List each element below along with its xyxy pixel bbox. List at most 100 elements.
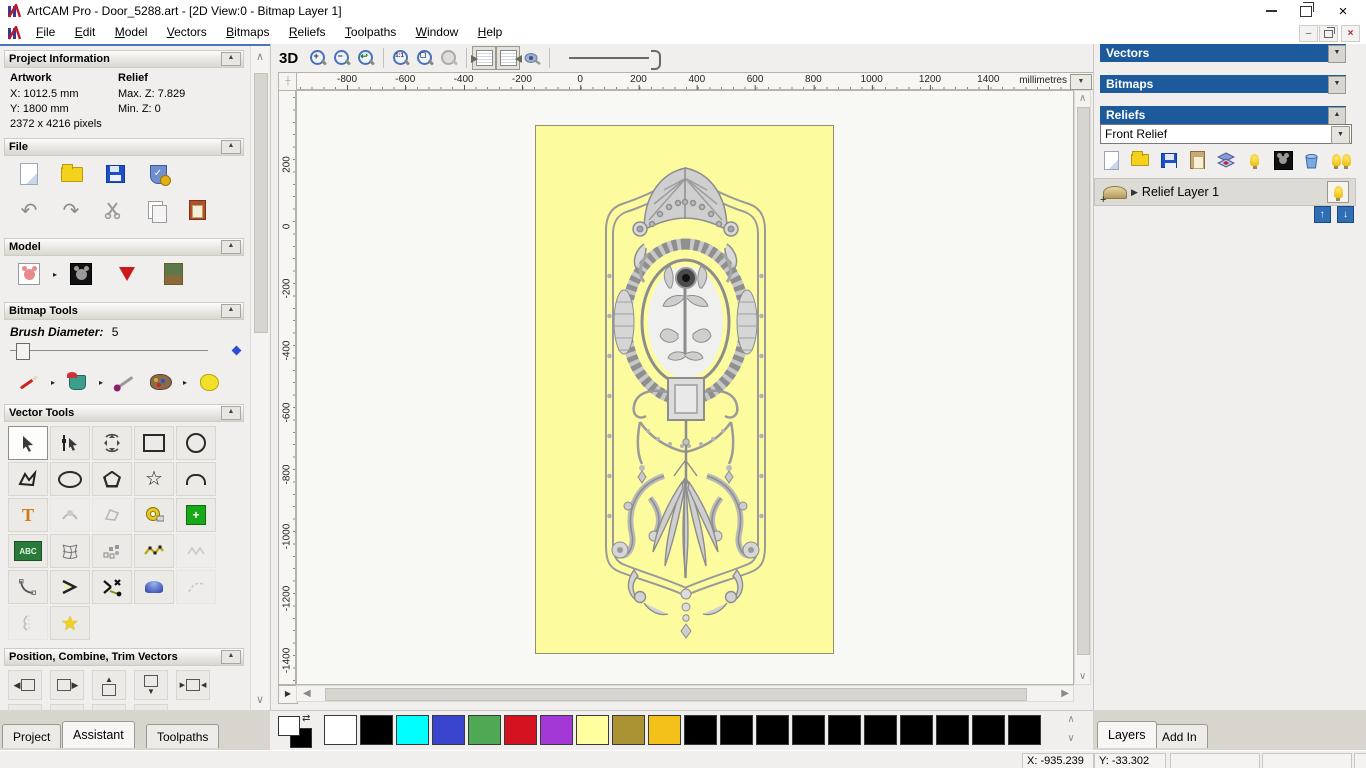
- mdi-close-button[interactable]: ×: [1341, 25, 1360, 42]
- collapse-icon[interactable]: ▲: [221, 304, 241, 318]
- flyout-arrow-icon[interactable]: ▸: [99, 378, 103, 387]
- select-vectors-tool[interactable]: [8, 426, 48, 460]
- palette-swatch[interactable]: [504, 715, 537, 745]
- scroll-up-icon[interactable]: ∧: [1079, 93, 1086, 104]
- mdi-restore-button[interactable]: [1319, 25, 1338, 42]
- greyscale-view-button[interactable]: [1273, 150, 1293, 170]
- paste-special-tool[interactable]: +: [176, 498, 216, 532]
- expand-layer-icon[interactable]: ▶: [1131, 187, 1138, 198]
- bitmaps-expand-button[interactable]: ▼: [1328, 76, 1346, 94]
- import-relief-button[interactable]: [1188, 150, 1208, 170]
- palette-swatch[interactable]: [576, 715, 609, 745]
- cut-button[interactable]: [98, 196, 128, 224]
- fillet-tool[interactable]: [8, 570, 48, 604]
- relief-layer-select[interactable]: Front Relief ▼: [1100, 124, 1352, 144]
- palette-swatch[interactable]: [684, 715, 717, 745]
- new-model-button[interactable]: [14, 160, 44, 188]
- bitmaps-panel-header[interactable]: Bitmaps: [1100, 75, 1346, 93]
- scrollbar-thumb[interactable]: [254, 73, 268, 333]
- scrollbar-thumb[interactable]: [325, 688, 1027, 701]
- flyout-arrow-icon[interactable]: ▸: [53, 270, 57, 279]
- align-left-button[interactable]: ◀: [8, 670, 42, 700]
- layer-name[interactable]: Relief Layer 1: [1142, 185, 1219, 199]
- palette-scroll-down-icon[interactable]: ∨: [1063, 733, 1079, 744]
- redo-button[interactable]: ↷: [56, 196, 86, 224]
- menu-help[interactable]: Help: [470, 22, 511, 42]
- primary-colour-swatch[interactable]: [278, 716, 300, 736]
- create-text-tool[interactable]: T: [8, 498, 48, 532]
- canvas-v-scrollbar[interactable]: ∧ ∨: [1074, 90, 1091, 685]
- assistant-scrollbar[interactable]: ∧ ∨: [250, 46, 269, 710]
- vectors-expand-button[interactable]: ▼: [1328, 45, 1346, 63]
- palette-swatch[interactable]: [396, 715, 429, 745]
- text-panel-tool[interactable]: ABC: [8, 534, 48, 568]
- flood-fill-button[interactable]: [62, 368, 92, 396]
- 3d-view-button[interactable]: 3D: [271, 50, 306, 67]
- dropdown-arrow-icon[interactable]: ▼: [1331, 126, 1350, 144]
- colour-picker-button[interactable]: [110, 368, 140, 396]
- tab-project[interactable]: Project: [2, 724, 62, 748]
- collapse-icon[interactable]: ▲: [221, 406, 241, 420]
- palette-swatch[interactable]: [324, 715, 357, 745]
- tab-layers[interactable]: Layers: [1097, 721, 1157, 748]
- palette-swatch[interactable]: [828, 715, 861, 745]
- toggle-layer-visibility-button[interactable]: [1245, 150, 1265, 170]
- section-header-model[interactable]: Model ▲: [4, 238, 244, 256]
- scroll-right-icon[interactable]: ▶: [1061, 688, 1069, 699]
- menu-reliefs[interactable]: Reliefs: [281, 22, 334, 42]
- collapse-icon[interactable]: ▲: [221, 140, 241, 154]
- section-header-project-information[interactable]: Project Information ▲: [4, 50, 244, 68]
- vectors-panel-header[interactable]: Vectors: [1100, 44, 1346, 62]
- minimize-button[interactable]: [1256, 2, 1286, 20]
- reliefs-panel-header[interactable]: Reliefs: [1100, 106, 1346, 124]
- slider-handle[interactable]: [651, 50, 662, 70]
- node-editing-tool[interactable]: [50, 426, 90, 460]
- edit-palette-button[interactable]: [146, 368, 176, 396]
- zoom-to-fit-button[interactable]: ▢: [413, 46, 437, 70]
- tab-add-in[interactable]: Add In: [1151, 724, 1208, 748]
- scroll-down-icon[interactable]: ∨: [1079, 671, 1086, 682]
- undo-button[interactable]: ↶: [14, 196, 44, 224]
- collapse-icon[interactable]: ▲: [221, 650, 241, 664]
- collapse-icon[interactable]: ▲: [221, 240, 241, 254]
- line-width-slider[interactable]: [569, 50, 664, 70]
- block-copy-tool[interactable]: [92, 534, 132, 568]
- menu-file[interactable]: File: [28, 22, 63, 42]
- wrap-vectors-tool[interactable]: ★: [50, 606, 90, 640]
- reliefs-collapse-button[interactable]: ▲: [1328, 107, 1346, 125]
- lighting-button[interactable]: [112, 260, 142, 288]
- palette-scroll-up-icon[interactable]: ∧: [1063, 714, 1079, 725]
- scroll-left-icon[interactable]: ◀: [303, 688, 311, 699]
- tab-toolpaths[interactable]: Toolpaths: [146, 724, 220, 748]
- palette-swatch[interactable]: [900, 715, 933, 745]
- palette-swatch[interactable]: [936, 715, 969, 745]
- magic-wand-button[interactable]: [194, 368, 224, 396]
- next-bitmap-layer-button[interactable]: [496, 46, 522, 70]
- ruler-origin-button[interactable]: ┼: [278, 72, 298, 92]
- palette-swatch[interactable]: [432, 715, 465, 745]
- section-header-file[interactable]: File ▲: [4, 138, 244, 156]
- zoom-previous-button[interactable]: ↩: [354, 46, 378, 70]
- menu-window[interactable]: Window: [408, 22, 467, 42]
- brush-diameter-slider[interactable]: [10, 343, 242, 360]
- fit-curve-tool[interactable]: [134, 534, 174, 568]
- close-button[interactable]: ×: [1328, 2, 1358, 20]
- zoom-in-button[interactable]: +: [306, 46, 330, 70]
- align-top-button[interactable]: ▲: [92, 670, 126, 700]
- envelope-distort-tool[interactable]: [50, 534, 90, 568]
- toggle-sketch-view-button[interactable]: [520, 46, 544, 70]
- swap-colours-icon[interactable]: ⇄: [302, 713, 310, 724]
- greyscale-preview-button[interactable]: [14, 260, 44, 288]
- menu-vectors[interactable]: Vectors: [159, 22, 215, 42]
- previous-bitmap-layer-button[interactable]: [470, 46, 497, 70]
- collapse-icon[interactable]: ▲: [221, 52, 241, 66]
- canvas-h-scrollbar[interactable]: ◀ ▶: [296, 685, 1074, 702]
- scrollbar-thumb[interactable]: [1077, 107, 1090, 655]
- transfer-layer-button[interactable]: [1216, 150, 1236, 170]
- delete-layer-button[interactable]: [1302, 150, 1322, 170]
- transform-vectors-tool[interactable]: [92, 426, 132, 460]
- relief-layer-row[interactable]: ▶ Relief Layer 1: [1094, 178, 1356, 206]
- invert-relief-button[interactable]: [66, 260, 96, 288]
- restore-button[interactable]: [1291, 1, 1321, 20]
- tab-assistant[interactable]: Assistant: [62, 721, 135, 748]
